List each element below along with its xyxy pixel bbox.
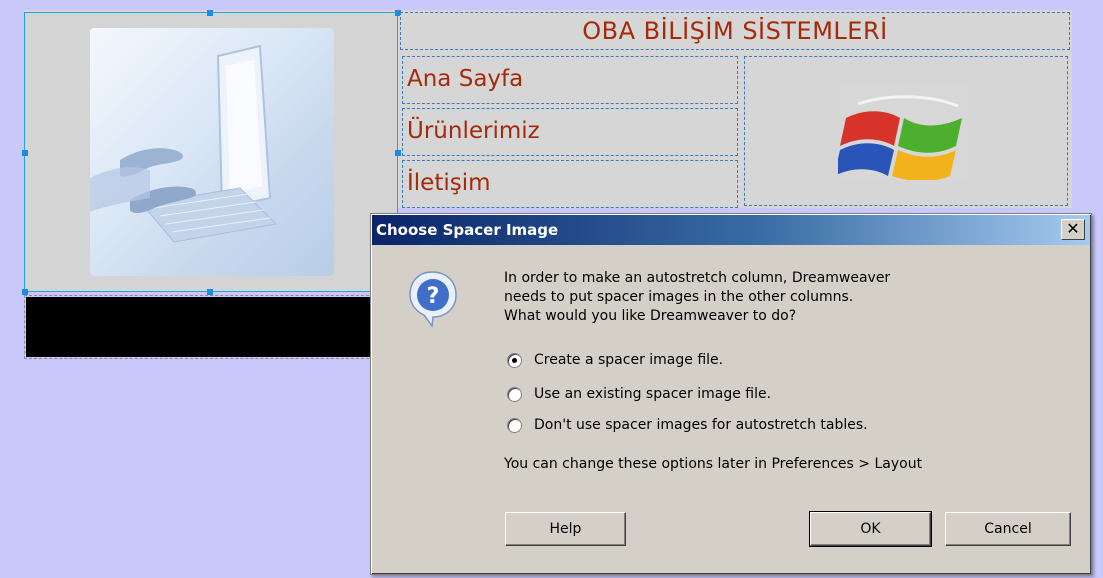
resize-handle[interactable] (207, 289, 213, 295)
ok-button[interactable]: OK (809, 511, 932, 547)
computer-user-image (90, 28, 334, 276)
ok-button-label: OK (860, 521, 881, 537)
option-label[interactable]: Create a spacer image file. (534, 351, 723, 369)
nav-link-contact[interactable]: İletişim (403, 161, 737, 205)
cancel-button-label: Cancel (984, 521, 1032, 537)
radio-button[interactable] (507, 387, 522, 402)
radio-selected-dot (512, 358, 517, 363)
question-icon: ? (408, 268, 464, 329)
option-label[interactable]: Don't use spacer images for autostretch … (534, 416, 868, 434)
message-line: In order to make an autostretch column, … (504, 270, 891, 286)
preferences-note: You can change these options later in Pr… (504, 456, 923, 472)
site-title: OBA BİLİŞİM SİSTEMLERİ (582, 17, 888, 45)
black-footer-cell[interactable] (24, 295, 374, 359)
cancel-button[interactable]: Cancel (945, 512, 1071, 546)
message-line: What would you like Dreamweaver to do? (504, 308, 797, 324)
nav-cell-home[interactable]: Ana Sayfa (402, 56, 738, 104)
message-line: needs to put spacer images in the other … (504, 289, 854, 305)
nav-link-home[interactable]: Ana Sayfa (403, 57, 737, 101)
resize-handle[interactable] (395, 150, 401, 156)
nav-cell-products[interactable]: Ürünlerimiz (402, 108, 738, 156)
close-button[interactable]: ✕ (1061, 219, 1085, 240)
nav-cell-contact[interactable]: İletişim (402, 160, 738, 208)
windows-logo-image (834, 84, 970, 182)
resize-handle[interactable] (207, 10, 213, 16)
dialog-title: Choose Spacer Image (376, 221, 559, 239)
resize-handle[interactable] (22, 289, 28, 295)
radio-button[interactable] (507, 418, 522, 433)
resize-handle[interactable] (22, 150, 28, 156)
nav-link-products[interactable]: Ürünlerimiz (403, 109, 737, 153)
option-label[interactable]: Use an existing spacer image file. (534, 385, 771, 403)
svg-text:?: ? (427, 284, 440, 309)
radio-button[interactable] (507, 353, 522, 368)
help-button-label: Help (549, 521, 582, 537)
close-icon: ✕ (1066, 219, 1080, 238)
help-button[interactable]: Help (505, 512, 626, 546)
